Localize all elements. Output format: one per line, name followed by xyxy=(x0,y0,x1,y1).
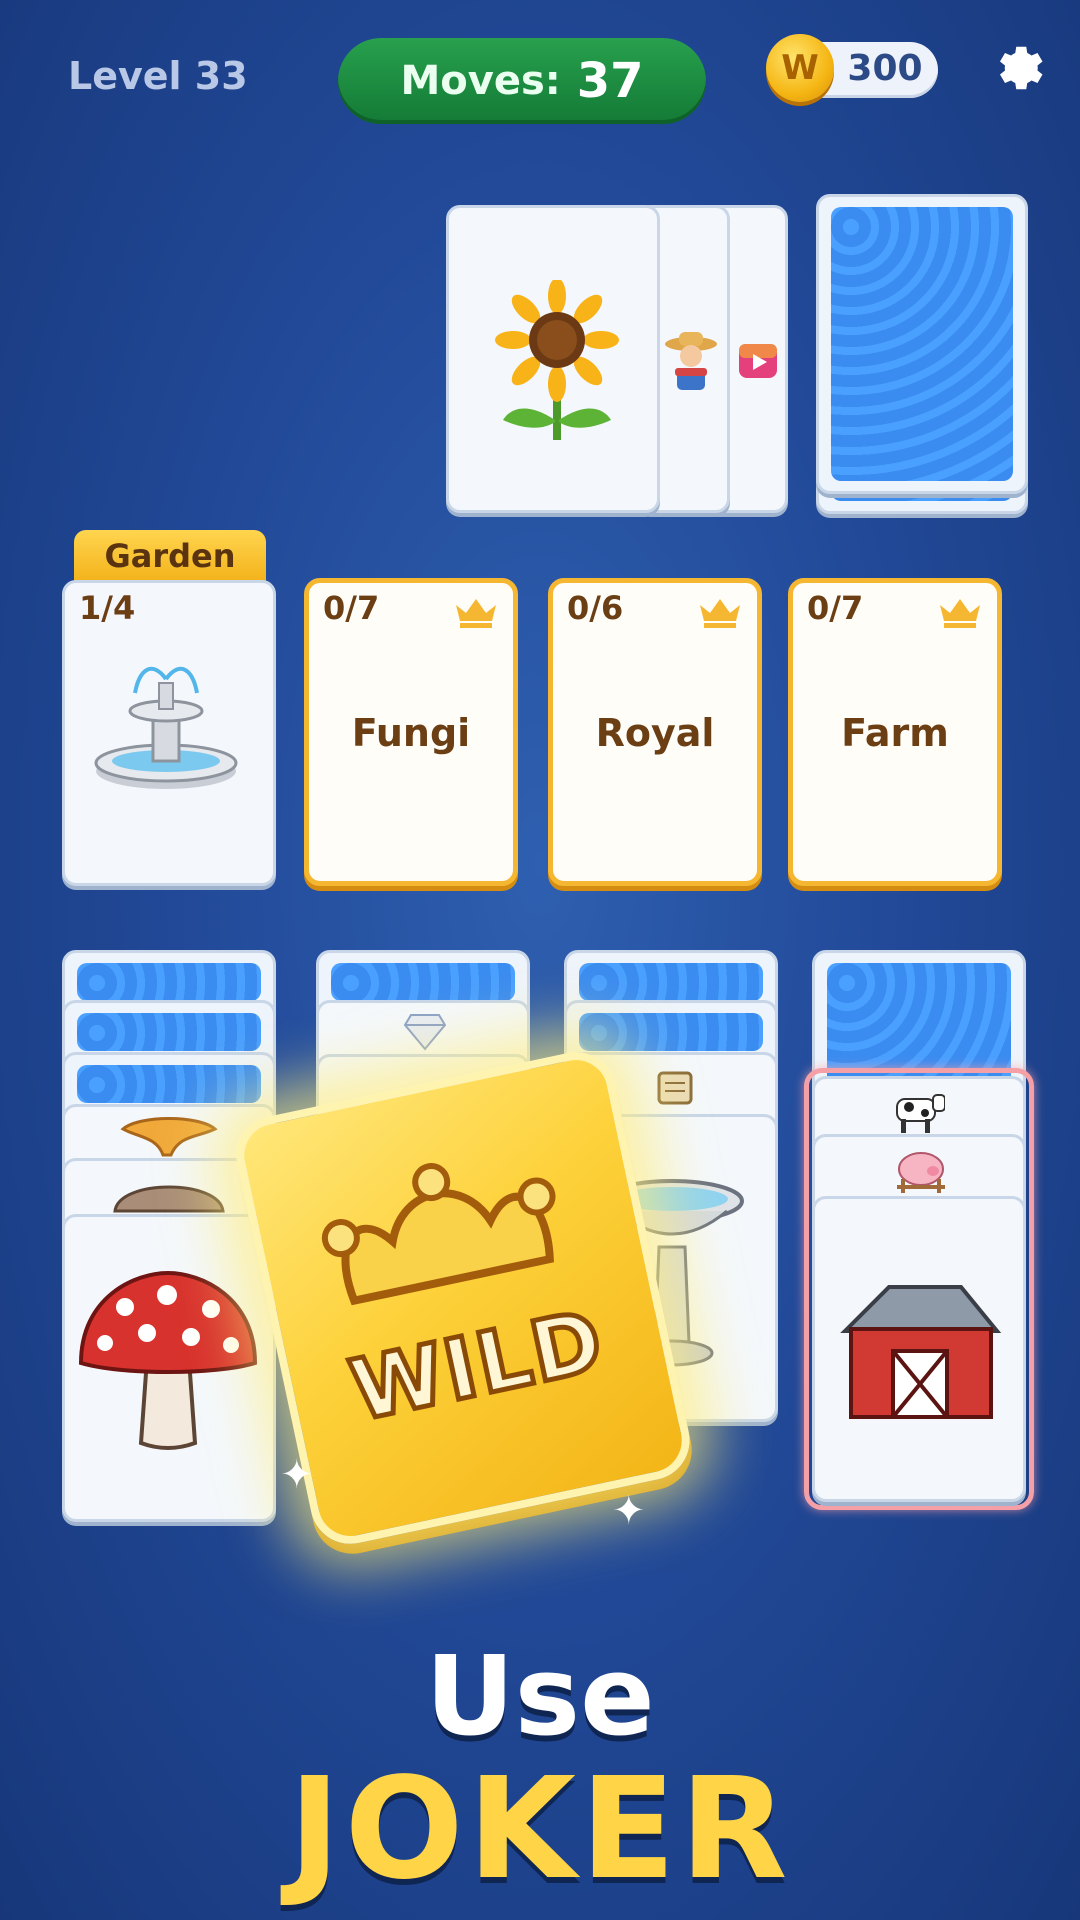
foundation-name: Farm xyxy=(841,711,949,755)
fountain-icon xyxy=(94,666,238,789)
tableau-top-card[interactable] xyxy=(812,1196,1026,1502)
foundation-name: Fungi xyxy=(351,711,471,755)
pig-icon xyxy=(897,1152,945,1193)
foundation-tab-garden: Garden xyxy=(74,530,266,582)
foundation-count: 0/6 xyxy=(567,589,624,627)
coin-icon: W xyxy=(766,34,834,102)
foundation-garden[interactable]: 1/4 xyxy=(62,580,276,886)
sparkle-icon: ✦ xyxy=(280,1452,314,1498)
crown-icon xyxy=(940,599,980,628)
level-label: Level 33 xyxy=(68,54,248,98)
foundation-royal[interactable]: 0/6 Royal xyxy=(548,578,762,886)
moves-value: 37 xyxy=(576,53,644,109)
farmer-icon xyxy=(665,332,717,390)
moves-counter: Moves: 37 xyxy=(338,38,706,124)
tableau-top-card[interactable] xyxy=(62,1214,276,1522)
waste-top-card[interactable] xyxy=(446,205,660,513)
promo-line-2: JOKER xyxy=(288,1748,792,1911)
moves-label: Moves: xyxy=(400,58,561,104)
oyster-mushroom-icon xyxy=(113,1185,225,1213)
promo-line-1: Use xyxy=(425,1632,655,1760)
foundation-count: 0/7 xyxy=(807,589,864,627)
sparkle-icon: ✦ xyxy=(612,1488,646,1534)
foundation-count: 1/4 xyxy=(79,589,136,627)
foundation-farm[interactable]: 0/7 Farm xyxy=(788,578,1002,886)
toadstool-icon xyxy=(78,1270,258,1450)
gear-icon[interactable] xyxy=(984,38,1044,98)
video-icon xyxy=(739,344,777,378)
cow-icon xyxy=(896,1094,945,1133)
crown-icon xyxy=(700,599,740,628)
sunflower-icon xyxy=(495,280,619,440)
chanterelle-icon xyxy=(120,1117,218,1157)
foundation-name: Royal xyxy=(595,711,715,755)
foundation-fungi[interactable]: 0/7 Fungi xyxy=(304,578,518,886)
coin-value: 300 xyxy=(847,48,923,89)
foundation-count: 0/7 xyxy=(323,589,380,627)
barn-icon xyxy=(840,1285,1002,1419)
scroll-icon xyxy=(657,1071,693,1105)
stock-pile[interactable] xyxy=(816,194,1028,494)
crown-icon xyxy=(456,599,496,628)
diamond-icon xyxy=(403,1014,447,1051)
